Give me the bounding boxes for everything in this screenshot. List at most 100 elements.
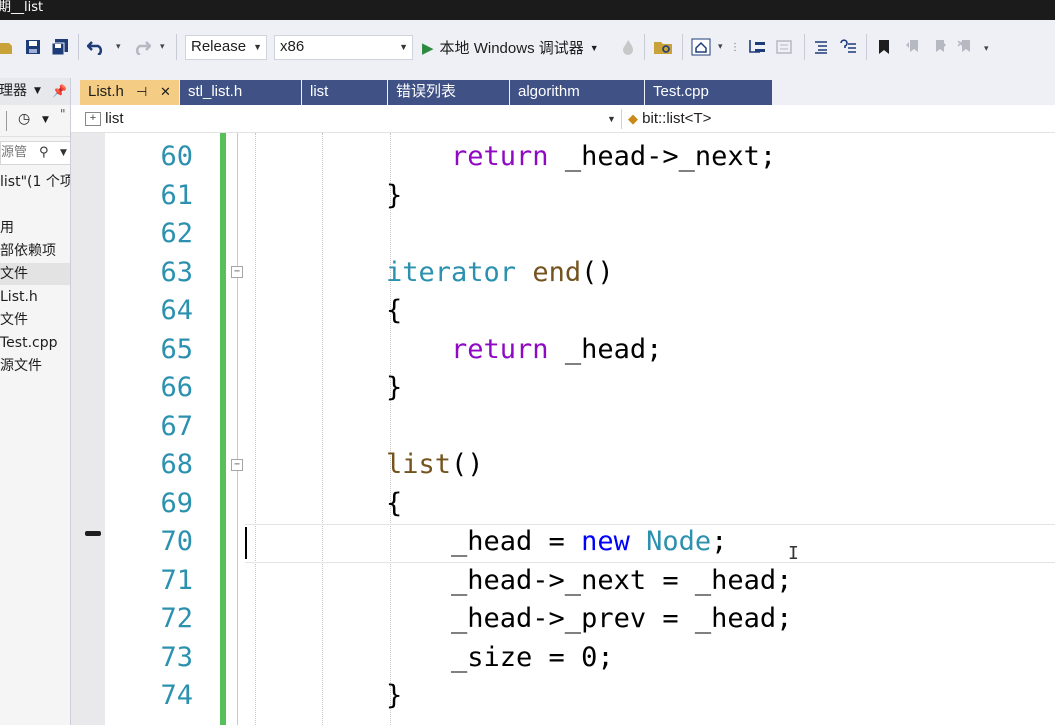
- member-dropdown[interactable]: ◆ bit::list<T>: [628, 107, 1048, 131]
- code-token: (): [581, 256, 614, 288]
- configuration-select[interactable]: Release ▼: [185, 35, 267, 60]
- code-line[interactable]: {: [386, 292, 792, 331]
- code-line[interactable]: [386, 215, 792, 254]
- solution-item-list-h[interactable]: List.h: [0, 286, 70, 308]
- chevron-down-icon[interactable]: ▼: [42, 115, 49, 125]
- code-line[interactable]: _head = new Node;: [386, 523, 792, 562]
- code-token-fn: end: [532, 256, 582, 288]
- indent-guide: [322, 133, 323, 725]
- folder-icon[interactable]: [652, 35, 674, 59]
- solution-explorer-toolbar: ◷ ▼ ": [0, 105, 70, 137]
- solution-item-source-files[interactable]: 源文件: [0, 355, 70, 377]
- line-number: 73: [160, 641, 193, 673]
- open-icon[interactable]: [0, 35, 14, 59]
- line-number: 70: [160, 526, 193, 557]
- code-line[interactable]: }: [386, 177, 792, 216]
- solution-item-test-cpp[interactable]: Test.cpp: [0, 332, 70, 354]
- document-tabs: List.h ⊣ ✕ stl_list.h list 错误列表 algorith…: [71, 78, 1055, 105]
- code-token: }: [386, 372, 403, 403]
- code-line[interactable]: _head->_next = _head;: [386, 562, 792, 601]
- solution-item-project[interactable]: list"(1 个项: [0, 171, 70, 193]
- tree-label: 部依赖项: [0, 243, 56, 259]
- home-icon[interactable]: [690, 35, 712, 59]
- close-icon[interactable]: ✕: [160, 80, 171, 104]
- code-line[interactable]: list(): [386, 446, 792, 485]
- code-text[interactable]: return _head->_next;} iterator end(){ ret…: [386, 138, 792, 716]
- code-line[interactable]: [386, 408, 792, 447]
- indent-guide: [255, 133, 256, 725]
- solution-item-header-files[interactable]: 文件: [0, 263, 70, 285]
- text-caret: [245, 527, 247, 559]
- code-line[interactable]: _head->_prev = _head;: [386, 600, 792, 639]
- code-token: _size = 0;: [386, 641, 614, 673]
- tab-algorithm[interactable]: algorithm: [510, 80, 645, 105]
- code-line[interactable]: }: [386, 677, 792, 716]
- solution-explorer-header: 理器 ▼ 📌: [0, 78, 70, 105]
- save-icon[interactable]: [24, 35, 42, 59]
- play-icon: ▶: [422, 39, 434, 57]
- tab-list[interactable]: list: [302, 80, 388, 105]
- scope-dropdown[interactable]: + list ▼: [85, 107, 617, 131]
- history-icon[interactable]: ◷: [18, 111, 30, 127]
- indent-icon[interactable]: [812, 35, 830, 59]
- save-all-icon[interactable]: [50, 35, 70, 59]
- line-number: 65: [160, 333, 193, 365]
- code-line[interactable]: }: [386, 369, 792, 408]
- prev-bookmark-icon[interactable]: [904, 35, 922, 59]
- solution-search-input[interactable]: 源管 ⚲ ▼: [0, 141, 70, 165]
- ibeam-cursor-icon: I: [788, 543, 799, 564]
- pin-icon[interactable]: 📌: [52, 78, 67, 105]
- format-icon[interactable]: [838, 35, 858, 59]
- code-token: {: [386, 295, 403, 326]
- tab-list-h[interactable]: List.h ⊣ ✕: [80, 80, 180, 105]
- dropdown-icon[interactable]: ▾: [718, 42, 723, 52]
- bookmark-icon[interactable]: [876, 35, 892, 59]
- platform-select[interactable]: x86 ▼: [274, 35, 413, 60]
- chevron-down-icon: ▼: [607, 114, 616, 124]
- tab-test-cpp[interactable]: Test.cpp: [645, 80, 773, 105]
- code-token-type: Node: [646, 526, 712, 557]
- redo-dropdown-icon[interactable]: ▾: [160, 42, 165, 52]
- toolbar-overflow-icon[interactable]: ▾: [984, 44, 989, 54]
- line-number: 67: [160, 410, 193, 442]
- code-line[interactable]: return _head->_next;: [386, 138, 792, 177]
- hot-reload-icon[interactable]: [620, 35, 636, 59]
- tree-label: Test.cpp: [0, 335, 58, 351]
- comment-icon[interactable]: [774, 35, 796, 59]
- step-into-icon[interactable]: [746, 35, 768, 59]
- collapse-icon[interactable]: −: [231, 459, 243, 471]
- chevron-down-icon: ▼: [399, 42, 408, 52]
- line-number: 62: [160, 218, 193, 249]
- solution-item-files[interactable]: 文件: [0, 309, 70, 331]
- overflow-icon[interactable]: ": [60, 107, 66, 121]
- undo-dropdown-icon[interactable]: ▾: [116, 42, 121, 52]
- code-editor[interactable]: 60 61 62 63 64 65 66 67 68 69 70 71 72 7…: [71, 133, 1055, 725]
- tab-stl-list-h[interactable]: stl_list.h: [180, 80, 302, 105]
- line-number: 64: [160, 295, 193, 326]
- grip-icon: ⋮: [730, 41, 740, 53]
- undo-icon[interactable]: [86, 35, 106, 59]
- code-line[interactable]: {: [386, 485, 792, 524]
- code-line[interactable]: _size = 0;: [386, 639, 792, 678]
- code-line[interactable]: return _head;: [386, 331, 792, 370]
- redo-icon[interactable]: [132, 35, 152, 59]
- collapse-icon[interactable]: −: [231, 266, 243, 278]
- chevron-down-icon[interactable]: ▼: [34, 78, 41, 105]
- code-token: _head->_next = _head;: [386, 564, 793, 596]
- class-icon: ◆: [628, 111, 638, 126]
- code-token-kw2: new: [581, 526, 630, 557]
- solution-item-references[interactable]: 用: [0, 217, 70, 239]
- next-bookmark-icon[interactable]: [930, 35, 948, 59]
- tab-error-list[interactable]: 错误列表: [388, 80, 510, 105]
- clear-bookmarks-icon[interactable]: [956, 35, 974, 59]
- chevron-down-icon: ▼: [589, 42, 599, 53]
- solution-item-external-deps[interactable]: 部依赖项: [0, 240, 70, 262]
- start-debugging-button[interactable]: ▶ 本地 Windows 调试器 ▼: [422, 35, 599, 60]
- window-title: 期__list: [0, 0, 44, 15]
- tree-label: List.h: [0, 289, 38, 305]
- code-line[interactable]: iterator end(): [386, 254, 792, 293]
- glyph-margin[interactable]: [71, 133, 105, 725]
- tab-label: list: [310, 83, 329, 100]
- pin-icon[interactable]: ⊣: [136, 80, 147, 104]
- member-value: bit::list<T>: [642, 110, 712, 127]
